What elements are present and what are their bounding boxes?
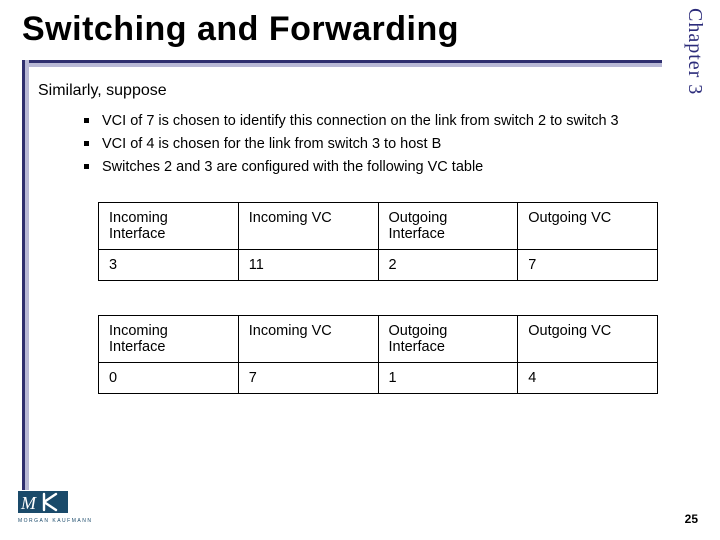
table-header-cell: Incoming Interface bbox=[99, 202, 239, 249]
table-cell: 4 bbox=[518, 362, 658, 393]
table-cell: 11 bbox=[238, 249, 378, 280]
table-cell: 1 bbox=[378, 362, 518, 393]
page-number: 25 bbox=[685, 512, 698, 526]
table-header-cell: Outgoing VC bbox=[518, 315, 658, 362]
table-row: Incoming Interface Incoming VC Outgoing … bbox=[99, 315, 658, 362]
vc-table-2: Incoming Interface Incoming VC Outgoing … bbox=[98, 315, 658, 394]
bullet-list: VCI of 7 is chosen to identify this conn… bbox=[84, 110, 678, 180]
table-header-cell: Outgoing VC bbox=[518, 202, 658, 249]
bullet-item: Switches 2 and 3 are configured with the… bbox=[84, 156, 678, 179]
table-row: 0 7 1 4 bbox=[99, 362, 658, 393]
table-cell: 2 bbox=[378, 249, 518, 280]
page-title: Switching and Forwarding bbox=[22, 10, 720, 49]
table-header-cell: Outgoing Interface bbox=[378, 315, 518, 362]
table-cell: 3 bbox=[99, 249, 239, 280]
slide: Chapter 3 Switching and Forwarding Simil… bbox=[0, 0, 720, 540]
bullet-item: VCI of 4 is chosen for the link from swi… bbox=[84, 133, 678, 156]
bullet-item: VCI of 7 is chosen to identify this conn… bbox=[84, 110, 678, 133]
body-content: Similarly, suppose VCI of 7 is chosen to… bbox=[38, 82, 678, 394]
table-header-cell: Incoming VC bbox=[238, 202, 378, 249]
vc-table-1: Incoming Interface Incoming VC Outgoing … bbox=[98, 202, 658, 281]
publisher-logo: M MORGAN KAUFMANN bbox=[18, 491, 92, 524]
table-header-cell: Incoming Interface bbox=[99, 315, 239, 362]
table-header-cell: Incoming VC bbox=[238, 315, 378, 362]
table-header-cell: Outgoing Interface bbox=[378, 202, 518, 249]
svg-text:M: M bbox=[20, 493, 37, 513]
lead-text: Similarly, suppose bbox=[38, 82, 678, 100]
title-rule-light bbox=[22, 63, 662, 67]
table-cell: 7 bbox=[518, 249, 658, 280]
title-area: Switching and Forwarding bbox=[0, 0, 720, 49]
table-row: Incoming Interface Incoming VC Outgoing … bbox=[99, 202, 658, 249]
mk-logo-icon: M bbox=[18, 491, 68, 517]
side-rule-light bbox=[25, 60, 29, 490]
table-row: 3 11 2 7 bbox=[99, 249, 658, 280]
publisher-name: MORGAN KAUFMANN bbox=[18, 518, 92, 524]
table-cell: 0 bbox=[99, 362, 239, 393]
table-cell: 7 bbox=[238, 362, 378, 393]
